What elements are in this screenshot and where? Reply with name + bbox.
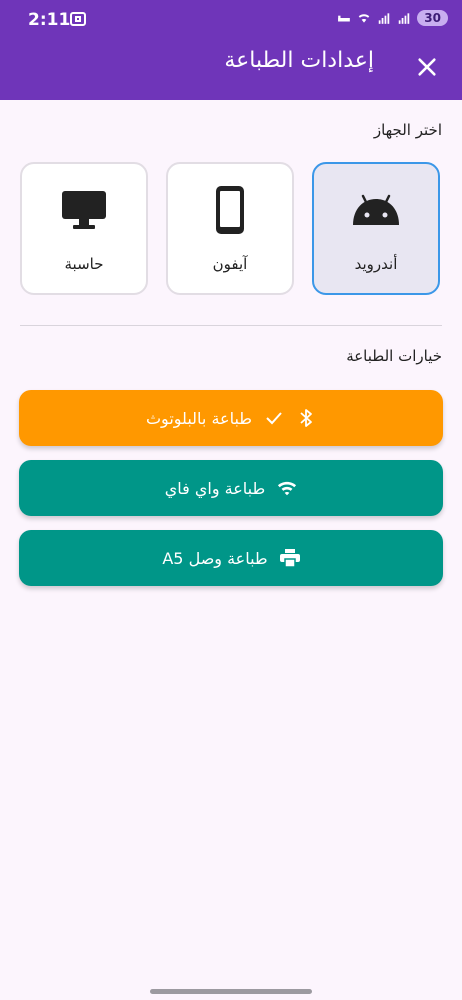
device-label: آيفون <box>212 254 248 273</box>
close-button[interactable] <box>412 52 442 82</box>
divider <box>20 325 442 326</box>
check-icon <box>264 408 284 428</box>
wifi-status-icon <box>359 14 370 23</box>
app-bar: إعدادات الطباعة <box>0 40 462 100</box>
bluetooth-print-button[interactable]: طباعة بالبلوتوث <box>19 390 443 446</box>
battery-indicator: 30 <box>417 10 448 26</box>
monitor-icon <box>61 185 107 235</box>
receipt-a5-print-button[interactable]: طباعة وصل A5 <box>19 530 443 586</box>
receipt-a5-print-label: طباعة وصل A5 <box>162 548 268 568</box>
wifi-print-button[interactable]: طباعة واي فاي <box>19 460 443 516</box>
status-bar: 2:11 30 <box>0 0 462 40</box>
device-section-label: اختر الجهاز <box>373 121 442 139</box>
device-card-android[interactable]: أندرويد <box>312 162 440 295</box>
android-icon <box>351 185 401 235</box>
device-card-iphone[interactable]: آيفون <box>166 162 294 295</box>
page-title: إعدادات الطباعة <box>224 48 374 73</box>
bluetooth-icon <box>296 408 316 428</box>
signal-icon-2 <box>399 13 410 24</box>
sleep-icon <box>338 15 351 22</box>
close-icon <box>418 58 436 76</box>
device-label: أندرويد <box>354 254 398 273</box>
wifi-icon <box>277 478 297 498</box>
signal-icon <box>379 13 390 24</box>
gesture-nav-handle[interactable] <box>150 989 312 994</box>
status-icons: 30 <box>337 10 448 26</box>
print-section-label: خيارات الطباعة <box>346 347 442 365</box>
wifi-print-label: طباعة واي فاي <box>164 478 266 498</box>
bluetooth-print-label: طباعة بالبلوتوث <box>145 408 253 428</box>
status-time: 2:11 <box>28 10 71 30</box>
screen-record-icon <box>70 12 86 26</box>
printer-icon <box>279 548 300 568</box>
device-label: حاسبة <box>64 254 104 273</box>
device-card-computer[interactable]: حاسبة <box>20 162 148 295</box>
phone-icon <box>215 185 245 235</box>
